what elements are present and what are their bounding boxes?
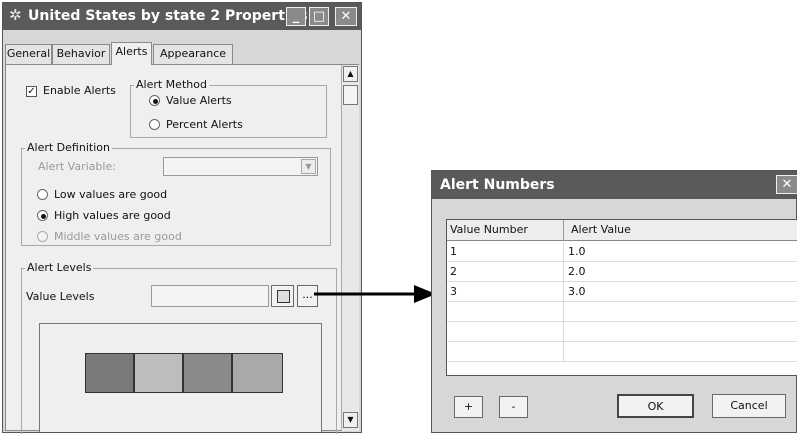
level-swatch-4[interactable] <box>232 353 283 393</box>
value-levels-field[interactable] <box>151 285 269 307</box>
value-number-cell[interactable] <box>447 342 564 362</box>
low-values-label: Low values are good <box>54 188 168 201</box>
tab-alerts[interactable]: Alerts <box>111 42 152 65</box>
value-number-cell[interactable]: 1 <box>447 242 564 262</box>
dialog-titlebar[interactable]: Alert Numbers ✕ <box>432 171 797 199</box>
alert-value-cell[interactable]: 3.0 <box>565 282 795 302</box>
properties-titlebar[interactable]: ✲ United States by state 2 Properties _ … <box>3 3 361 30</box>
table-body: 1 1.0 2 2.0 3 3.0 <box>447 242 797 375</box>
alerts-panel: ✓ Enable Alerts Alert Method Value Alert… <box>5 64 359 434</box>
connector-arrow <box>314 285 436 303</box>
dialog-close-button[interactable]: ✕ <box>776 175 797 194</box>
alert-value-cell[interactable]: 2.0 <box>565 262 795 282</box>
scroll-up-button[interactable]: ▲ <box>343 66 358 82</box>
alert-value-cell[interactable] <box>565 302 795 322</box>
value-number-cell[interactable] <box>447 302 564 322</box>
alert-value-cell[interactable]: 1.0 <box>565 242 795 262</box>
high-values-label: High values are good <box>54 209 171 222</box>
alert-method-label: Alert Method <box>134 78 209 91</box>
tab-appearance[interactable]: Appearance <box>153 44 233 64</box>
low-values-radio[interactable] <box>37 189 48 200</box>
middle-values-label: Middle values are good <box>54 230 182 243</box>
scroll-down-button[interactable]: ▼ <box>343 412 358 428</box>
value-number-cell[interactable] <box>447 322 564 342</box>
vertical-scrollbar[interactable]: ▲ ▼ <box>341 65 359 431</box>
table-row[interactable]: 2 2.0 <box>447 262 797 282</box>
percent-alerts-radio[interactable] <box>149 119 160 130</box>
properties-window: ✲ United States by state 2 Properties _ … <box>2 2 362 434</box>
dialog-title: Alert Numbers <box>440 177 555 193</box>
enable-alerts-checkbox[interactable]: ✓ <box>26 86 37 97</box>
alert-value-cell[interactable] <box>565 342 795 362</box>
value-levels-label: Value Levels <box>26 290 95 303</box>
alert-variable-label: Alert Variable: <box>38 160 116 173</box>
table-row[interactable] <box>447 302 797 322</box>
alert-numbers-table: Value Number Alert Value 1 1.0 2 2.0 3 3… <box>446 219 797 376</box>
window-title: United States by state 2 Properties <box>28 8 308 24</box>
value-levels-edit-button[interactable] <box>271 285 294 307</box>
level-swatch-3[interactable] <box>183 353 232 393</box>
column-header-alert-value[interactable]: Alert Value <box>565 220 797 241</box>
ok-button[interactable]: OK <box>617 394 694 418</box>
level-swatch-1[interactable] <box>85 353 134 393</box>
close-button[interactable]: ✕ <box>335 7 357 26</box>
chevron-down-icon[interactable]: ▼ <box>301 159 316 174</box>
alert-numbers-dialog: Alert Numbers ✕ Value Number Alert Value… <box>431 170 797 433</box>
table-row[interactable]: 3 3.0 <box>447 282 797 302</box>
maximize-button[interactable]: □ <box>309 7 329 26</box>
cancel-button[interactable]: Cancel <box>712 394 786 418</box>
table-row[interactable]: 1 1.0 <box>447 242 797 262</box>
alert-levels-label: Alert Levels <box>25 261 94 274</box>
tab-general[interactable]: General <box>5 44 52 64</box>
remove-row-button[interactable]: - <box>499 396 528 418</box>
grid-icon <box>277 290 290 303</box>
level-swatch-2[interactable] <box>134 353 183 393</box>
table-header: Value Number Alert Value <box>447 220 797 241</box>
alert-value-cell[interactable] <box>565 322 795 342</box>
value-alerts-radio[interactable] <box>149 95 160 106</box>
column-header-value-number[interactable]: Value Number <box>447 220 564 241</box>
value-alerts-label: Value Alerts <box>166 94 232 107</box>
alert-definition-label: Alert Definition <box>25 141 112 154</box>
table-row[interactable] <box>447 322 797 342</box>
percent-alerts-label: Percent Alerts <box>166 118 243 131</box>
value-number-cell[interactable]: 2 <box>447 262 564 282</box>
middle-values-radio <box>37 231 48 242</box>
high-values-radio[interactable] <box>37 210 48 221</box>
value-number-cell[interactable]: 3 <box>447 282 564 302</box>
app-icon: ✲ <box>9 6 22 24</box>
minimize-button[interactable]: _ <box>286 7 306 26</box>
add-row-button[interactable]: + <box>454 396 483 418</box>
enable-alerts-label: Enable Alerts <box>43 84 116 97</box>
table-row[interactable] <box>447 342 797 362</box>
tab-behavior[interactable]: Behavior <box>52 44 110 64</box>
alert-variable-dropdown[interactable]: ▼ <box>163 157 318 176</box>
alert-levels-preview <box>39 323 322 432</box>
scroll-thumb[interactable] <box>343 85 358 105</box>
